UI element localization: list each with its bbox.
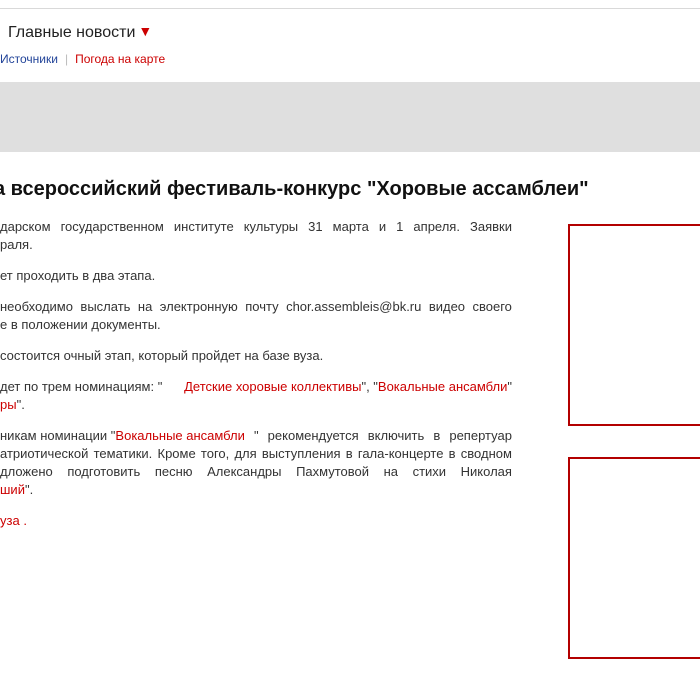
word: и [378,219,387,234]
caret-down-icon: ▼ [138,23,153,39]
main-news-dropdown[interactable]: Главные новости ▼ [8,23,153,42]
p5-line2-suffix: ". [16,397,25,412]
nomination-childrens-choirs-link[interactable]: Детские хоровые коллективы [184,379,361,394]
word: песню [154,464,193,479]
word: для [234,446,257,461]
article-title: а всероссийский фестиваль-конкурс "Хоров… [0,178,589,200]
word: того, [200,446,230,461]
p6-line-4: ший". [0,481,512,499]
p6-line-2: атриотической тематики. Кроме того, для высту… [0,445,512,463]
nav-separator: | [64,52,69,66]
article-body: дарском государственном институте культуры 3… [0,218,512,543]
word: сводном [460,446,512,461]
paragraph-4: состоится очный этап, который пройдет на… [0,348,324,363]
word: почту [245,299,279,314]
vocal-ensembles-link[interactable]: Вокальные ансамбли [115,428,244,443]
word: на [383,464,399,479]
p1-line-2: раля. [0,237,33,252]
word: подготовить [67,464,141,479]
weather-map-link[interactable]: Погода на карте [75,52,165,66]
p6-prefix: никам номинации " [0,428,116,443]
word: выслать [80,299,131,314]
paragraph-7: уза . [0,512,512,530]
word: " [253,428,259,443]
p1-line-1: дарском государственном институте культуры 3… [0,218,512,236]
word: Николая [460,464,512,479]
p6-line-1: никам номинации "Вокальные ансамбли " реко… [0,427,512,445]
top-divider [0,0,700,9]
word: Заявки [470,219,512,234]
university-link[interactable]: уза [0,513,20,528]
word: в [345,446,353,461]
word: государственном [60,219,164,234]
word: на [137,299,153,314]
word: видео [428,299,466,314]
word: chor.assembleis@bk.ru [286,299,422,314]
paragraph-3: необходимо выслать на электронную почту chor.… [0,298,512,334]
word: культуры [243,219,299,234]
ad-banner-1[interactable] [568,224,700,426]
word: выступления [261,446,341,461]
p5-mid: ", " [361,379,378,394]
word: электронную [159,299,238,314]
word: атриотической [0,446,89,461]
paragraph-5: дет по трем номинациям: " Детские хоровые… [0,378,512,414]
word: 31 [308,219,323,234]
word: репертуар [449,428,512,443]
word: в [433,428,441,443]
p5-line-1: дет по трем номинациям: " Детские хоровые… [0,378,512,396]
word: дарском [0,219,51,234]
word: необходимо [0,299,73,314]
song-title-link[interactable]: ший [0,482,25,497]
p5-prefix: дет по трем номинациям: " [0,379,163,394]
word: институте [173,219,234,234]
nomination-third-link[interactable]: ры [0,397,17,412]
word: 1 [396,219,404,234]
word: стихи [412,464,447,479]
paragraph-2: ет проходить в два этапа. [0,268,156,283]
word: тематики. [93,446,153,461]
banner-placeholder [0,82,700,152]
word: Пахмутовой [296,464,370,479]
p6-line-3: дложено подготовить песню Александры Пахмуто… [0,463,512,481]
word: включить [367,428,425,443]
word: марта [332,219,369,234]
word: своего [472,299,512,314]
sub-navigation: Источники | Погода на карте [0,52,165,66]
p7-suffix: . [19,513,27,528]
word: в [448,446,456,461]
word: Александры [207,464,282,479]
word: рекомендуется [267,428,359,443]
word: гала-концерте [357,446,444,461]
main-news-label: Главные новости [8,24,136,41]
p5-suffix: " [507,379,512,394]
p5-line-2: ры". [0,396,512,414]
nomination-vocal-ensembles-link[interactable]: Вокальные ансамбли [378,379,507,394]
word: дложено [0,464,53,479]
ad-banner-2[interactable] [568,457,700,659]
paragraph-6: никам номинации "Вокальные ансамбли " реко… [0,427,512,499]
p6-line1-lead: никам номинации "Вокальные ансамбли [0,427,245,445]
p3-line-1: необходимо выслать на электронную почту chor.… [0,298,512,316]
sources-link[interactable]: Источники [0,52,58,66]
word: апреля. [413,219,460,234]
p6-line4-suffix: ". [24,482,34,497]
p3-line-2: е в положении документы. [0,317,161,332]
paragraph-1: дарском государственном институте культуры 3… [0,218,512,254]
word: Кроме [157,446,196,461]
